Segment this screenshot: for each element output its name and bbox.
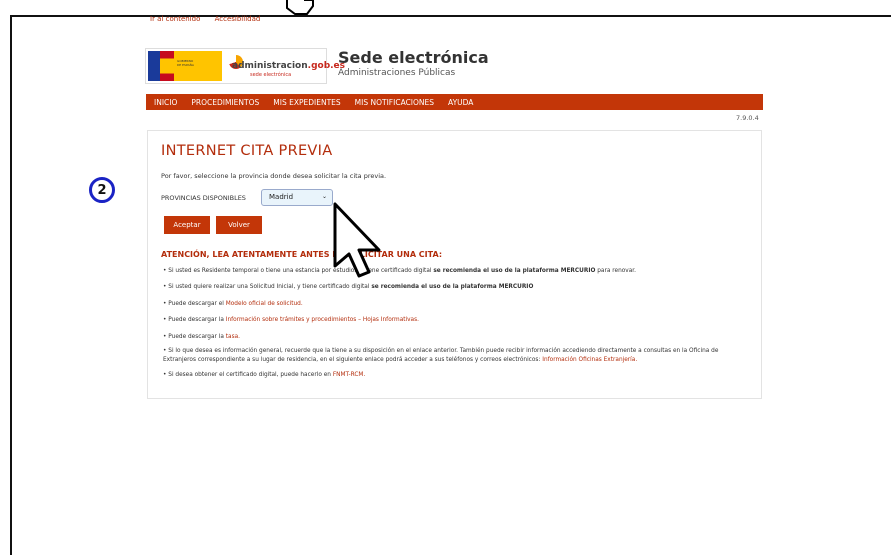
list-item: • Si usted es Residente temporal o tiene…	[163, 268, 636, 274]
list-item: • Puede descargar el Modelo oficial de s…	[163, 301, 303, 307]
skip-links: Ir al contenido Accesibilidad	[150, 15, 272, 23]
page-title: INTERNET CITA PREVIA	[161, 143, 333, 159]
attention-heading: ATENCIÓN, LEA ATENTAMENTE ANTES DE SOLIC…	[161, 250, 443, 259]
instruction-text: Por favor, seleccione la provincia donde…	[161, 172, 387, 180]
hojas-informativas-link[interactable]: Información sobre trámites y procedimien…	[226, 317, 419, 323]
tasa-link[interactable]: tasa.	[226, 334, 240, 340]
nav-inicio[interactable]: INICIO	[154, 98, 177, 107]
list-item: • Si usted quiere realizar una Solicitud…	[163, 284, 534, 290]
accept-button[interactable]: Aceptar	[164, 216, 210, 234]
province-label: PROVINCIAS DISPONIBLES	[161, 194, 246, 202]
nav-mis-notificaciones[interactable]: MIS NOTIFICACIONES	[355, 98, 434, 107]
version-label: 7.9.0.4	[736, 114, 759, 122]
mercurio-link[interactable]: MERCURIO	[499, 284, 534, 290]
skip-to-content-link[interactable]: Ir al contenido	[150, 15, 200, 23]
province-selected-value: Madrid	[269, 193, 294, 201]
step-badge: 2	[89, 177, 115, 203]
site-subtitle: Administraciones Públicas	[338, 68, 456, 78]
spain-flag-icon	[160, 51, 174, 81]
mercurio-link[interactable]: MERCURIO	[561, 268, 596, 274]
administracion-name: administracion.gob.es	[232, 61, 346, 71]
back-button[interactable]: Volver	[216, 216, 262, 234]
main-nav: INICIO PROCEDIMIENTOS MIS EXPEDIENTES MI…	[146, 94, 763, 110]
site-logo[interactable]: GOBIERNO DE ESPAÑA administracion.gob.es…	[145, 48, 345, 84]
eu-flag-icon	[148, 51, 160, 81]
chevron-down-icon: ⌄	[321, 193, 327, 200]
fnmt-link[interactable]: FNMT-RCM.	[333, 372, 365, 378]
nav-procedimientos[interactable]: PROCEDIMIENTOS	[191, 98, 259, 107]
oficinas-extranjeria-link[interactable]: Información Oficinas Extranjería.	[542, 357, 637, 363]
list-item: • Puede descargar la tasa.	[163, 334, 240, 340]
pointer-hand-icon	[333, 202, 381, 278]
gov-text: GOBIERNO DE ESPAÑA	[177, 59, 194, 67]
accessibility-link[interactable]: Accesibilidad	[215, 15, 261, 23]
nav-ayuda[interactable]: AYUDA	[448, 98, 473, 107]
list-item: • Puede descargar la Información sobre t…	[163, 317, 419, 323]
site-title: Sede electrónica	[338, 48, 489, 67]
nav-mis-expedientes[interactable]: MIS EXPEDIENTES	[273, 98, 340, 107]
administracion-sub: sede electrónica	[250, 72, 292, 78]
list-item: • Si lo que desea es información general…	[163, 348, 719, 363]
modelo-solicitud-link[interactable]: Modelo oficial de solicitud.	[226, 301, 303, 307]
province-select[interactable]: Madrid ⌄	[261, 189, 333, 206]
list-item: • Si desea obtener el certificado digita…	[163, 372, 366, 378]
pointer-hand-icon	[286, 0, 314, 15]
